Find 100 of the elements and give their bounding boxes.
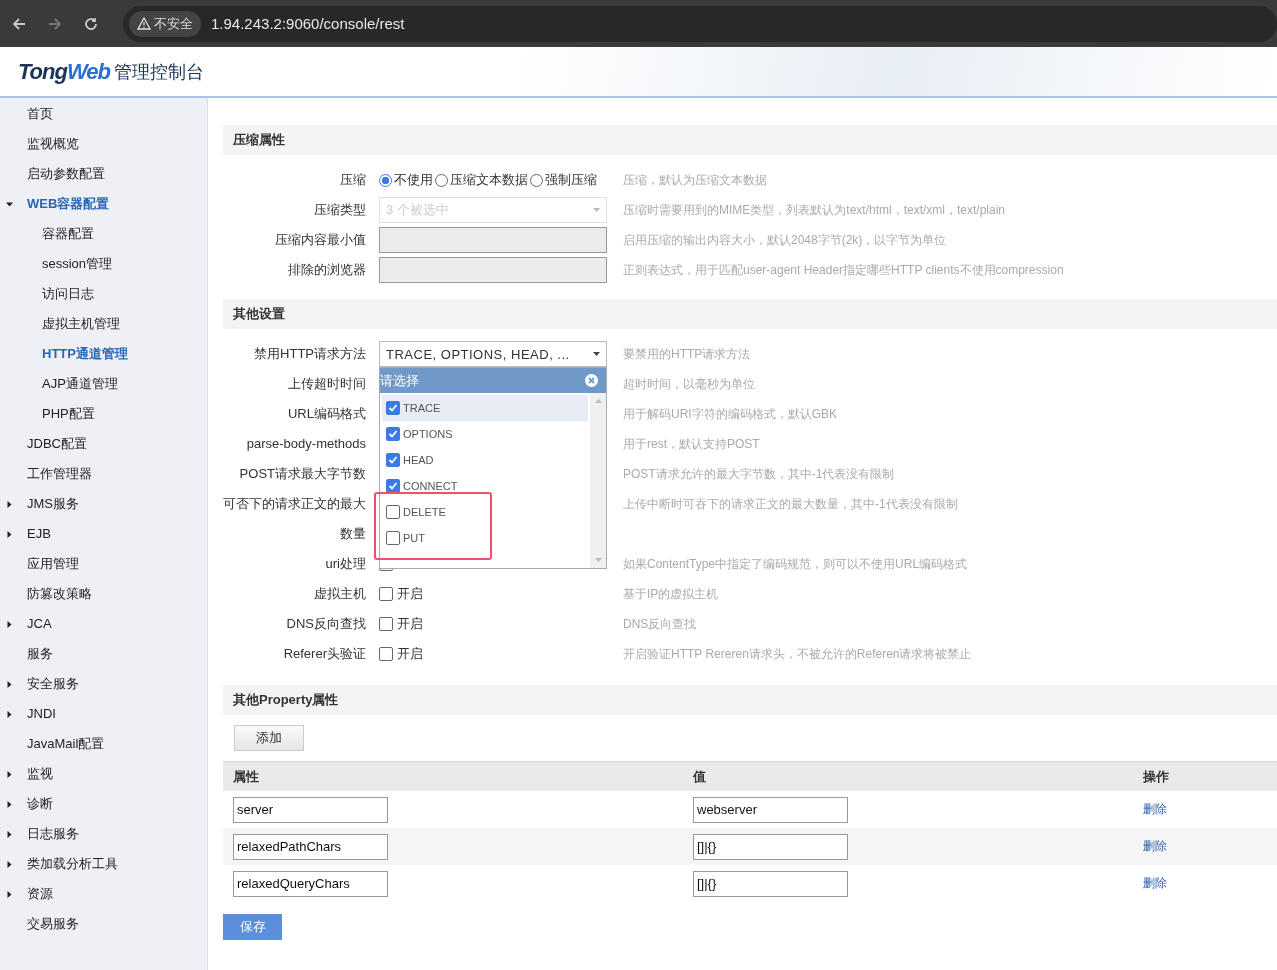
check-icon bbox=[388, 481, 398, 491]
sidebar-item[interactable]: session管理 bbox=[0, 249, 207, 279]
sidebar-item[interactable]: 访问日志 bbox=[0, 279, 207, 309]
input-field[interactable]: relaxedQueryChars bbox=[233, 870, 388, 897]
checkbox[interactable] bbox=[386, 505, 400, 519]
caret-down-icon bbox=[6, 200, 13, 208]
field-label: POST请求最大字节数 bbox=[238, 465, 366, 483]
caret-right-icon bbox=[6, 800, 13, 808]
sidebar-item[interactable]: JMS服务 bbox=[0, 489, 207, 519]
radio-label: 强制压缩 bbox=[545, 171, 597, 189]
sidebar-item[interactable]: PHP配置 bbox=[0, 399, 207, 429]
input-field[interactable]: server bbox=[233, 796, 388, 823]
field-description: 正则表达式，用于匹配user-agent Header指定哪些HTTP clients不使用compression bbox=[623, 262, 1064, 279]
delete-link[interactable]: 删除 bbox=[1143, 876, 1167, 890]
caret-down-icon bbox=[593, 208, 600, 212]
sidebar-item[interactable]: 虚拟主机管理 bbox=[0, 309, 207, 339]
sidebar-item[interactable]: 监视 bbox=[0, 759, 207, 789]
sidebar-item[interactable]: 监视概览 bbox=[0, 129, 207, 159]
field-label: parse-body-methods bbox=[245, 435, 366, 453]
input-field[interactable]: []|{} bbox=[693, 870, 848, 897]
sidebar-item[interactable]: 防篡改策略 bbox=[0, 579, 207, 609]
sidebar-item[interactable]: EJB bbox=[0, 519, 207, 549]
checkbox[interactable] bbox=[386, 531, 400, 545]
caret-right-icon bbox=[6, 680, 13, 688]
sidebar-item[interactable]: JDBC配置 bbox=[0, 429, 207, 459]
dropdown-option[interactable]: DELETE bbox=[382, 499, 588, 525]
field-label: 上传超时时间 bbox=[287, 375, 366, 393]
address-bar[interactable]: 不安全 1.94.243.2:9060/console/rest bbox=[123, 5, 1277, 42]
dropdown-option[interactable]: PUT bbox=[382, 525, 588, 551]
field-description: 开启验证HTTP Rereren请求头，不被允许的Referen请求将被禁止 bbox=[623, 646, 972, 663]
caret-right-icon bbox=[6, 530, 13, 538]
delete-link[interactable]: 删除 bbox=[1143, 839, 1167, 853]
caret-right-icon bbox=[6, 830, 13, 838]
sidebar-item[interactable]: 应用管理 bbox=[0, 549, 207, 579]
field-description: 用于rest，默认支持POST bbox=[623, 436, 760, 453]
forward-icon[interactable] bbox=[47, 15, 63, 32]
select-field[interactable]: TRACE, OPTIONS, HEAD, ... bbox=[379, 341, 607, 367]
field-description: 用于解码URI字符的编码格式，默认GBK bbox=[623, 406, 837, 423]
sidebar-item[interactable]: JavaMail配置 bbox=[0, 729, 207, 759]
radio-label: 压缩文本数据 bbox=[450, 171, 528, 189]
dropdown-option[interactable]: CONNECT bbox=[382, 473, 588, 499]
dropdown-option[interactable]: HEAD bbox=[382, 447, 588, 473]
reload-icon[interactable] bbox=[83, 15, 99, 32]
field-description: 超时时间，以毫秒为单位 bbox=[623, 376, 755, 393]
field-label: 排除的浏览器 bbox=[287, 261, 366, 279]
column-header: 值 bbox=[693, 767, 707, 786]
checkbox-label: 开启 bbox=[397, 585, 423, 603]
sidebar-item[interactable]: 首页 bbox=[0, 99, 207, 129]
sidebar-item[interactable]: 交易服务 bbox=[0, 909, 207, 939]
input-field[interactable]: relaxedPathChars bbox=[233, 833, 388, 860]
sidebar-item[interactable]: 日志服务 bbox=[0, 819, 207, 849]
checkbox[interactable] bbox=[386, 401, 400, 415]
input-field[interactable]: []|{} bbox=[693, 833, 848, 860]
add-button[interactable]: 添加 bbox=[234, 725, 304, 751]
field-label: DNS反向查找 bbox=[285, 615, 366, 633]
checkbox[interactable] bbox=[379, 617, 393, 631]
field-label: 压缩类型 bbox=[313, 201, 366, 219]
sidebar-item[interactable]: 类加载分析工具 bbox=[0, 849, 207, 879]
radio-button[interactable] bbox=[379, 173, 392, 187]
sidebar-item[interactable]: 服务 bbox=[0, 639, 207, 669]
dropdown-option[interactable]: TRACE bbox=[382, 395, 588, 421]
console-title: 管理控制台 bbox=[114, 60, 204, 84]
sidebar-item[interactable]: 工作管理器 bbox=[0, 459, 207, 489]
sidebar-item[interactable]: 启动参数配置 bbox=[0, 159, 207, 189]
sidebar-item[interactable]: 资源 bbox=[0, 879, 207, 909]
close-icon[interactable] bbox=[585, 374, 598, 387]
caret-right-icon bbox=[6, 620, 13, 628]
sidebar-item[interactable]: JNDI bbox=[0, 699, 207, 729]
field-label: uri处理 bbox=[324, 555, 366, 573]
checkbox[interactable] bbox=[379, 647, 393, 661]
checkbox[interactable] bbox=[386, 453, 400, 467]
check-icon bbox=[388, 429, 398, 439]
field-description: POST请求允许的最大字节数，其中-1代表没有限制 bbox=[623, 466, 895, 483]
input-field[interactable]: webserver bbox=[693, 796, 848, 823]
sidebar-item[interactable]: 安全服务 bbox=[0, 669, 207, 699]
check-icon bbox=[388, 455, 398, 465]
sidebar-item[interactable]: AJP通道管理 bbox=[0, 369, 207, 399]
field-description: 压缩，默认为压缩文本数据 bbox=[623, 172, 767, 189]
checkbox-label: 开启 bbox=[397, 645, 423, 663]
back-icon[interactable] bbox=[11, 15, 27, 32]
dropdown-title: 请选择 bbox=[380, 371, 419, 390]
radio-button[interactable] bbox=[435, 173, 448, 187]
field-description: 压缩时需要用到的MIME类型，列表默认为text/html，text/xml，text/plain bbox=[623, 202, 1006, 219]
radio-label: 不使用 bbox=[394, 171, 433, 189]
check-icon bbox=[388, 403, 398, 413]
section-header: 其他Property属性 bbox=[223, 685, 1277, 715]
checkbox[interactable] bbox=[386, 479, 400, 493]
caret-right-icon bbox=[6, 860, 13, 868]
checkbox[interactable] bbox=[386, 427, 400, 441]
delete-link[interactable]: 删除 bbox=[1143, 802, 1167, 816]
radio-button[interactable] bbox=[530, 173, 543, 187]
sidebar-item[interactable]: JCA bbox=[0, 609, 207, 639]
checkbox[interactable] bbox=[379, 587, 393, 601]
sidebar-item[interactable]: WEB容器配置 bbox=[0, 189, 207, 219]
sidebar-item[interactable]: HTTP通道管理 bbox=[0, 339, 207, 369]
sidebar-item[interactable]: 容器配置 bbox=[0, 219, 207, 249]
dropdown-option[interactable]: OPTIONS bbox=[382, 421, 588, 447]
sidebar-item[interactable]: 诊断 bbox=[0, 789, 207, 819]
url-text: 1.94.243.2:9060/console/rest bbox=[211, 15, 405, 32]
security-chip[interactable]: 不安全 bbox=[129, 10, 201, 37]
